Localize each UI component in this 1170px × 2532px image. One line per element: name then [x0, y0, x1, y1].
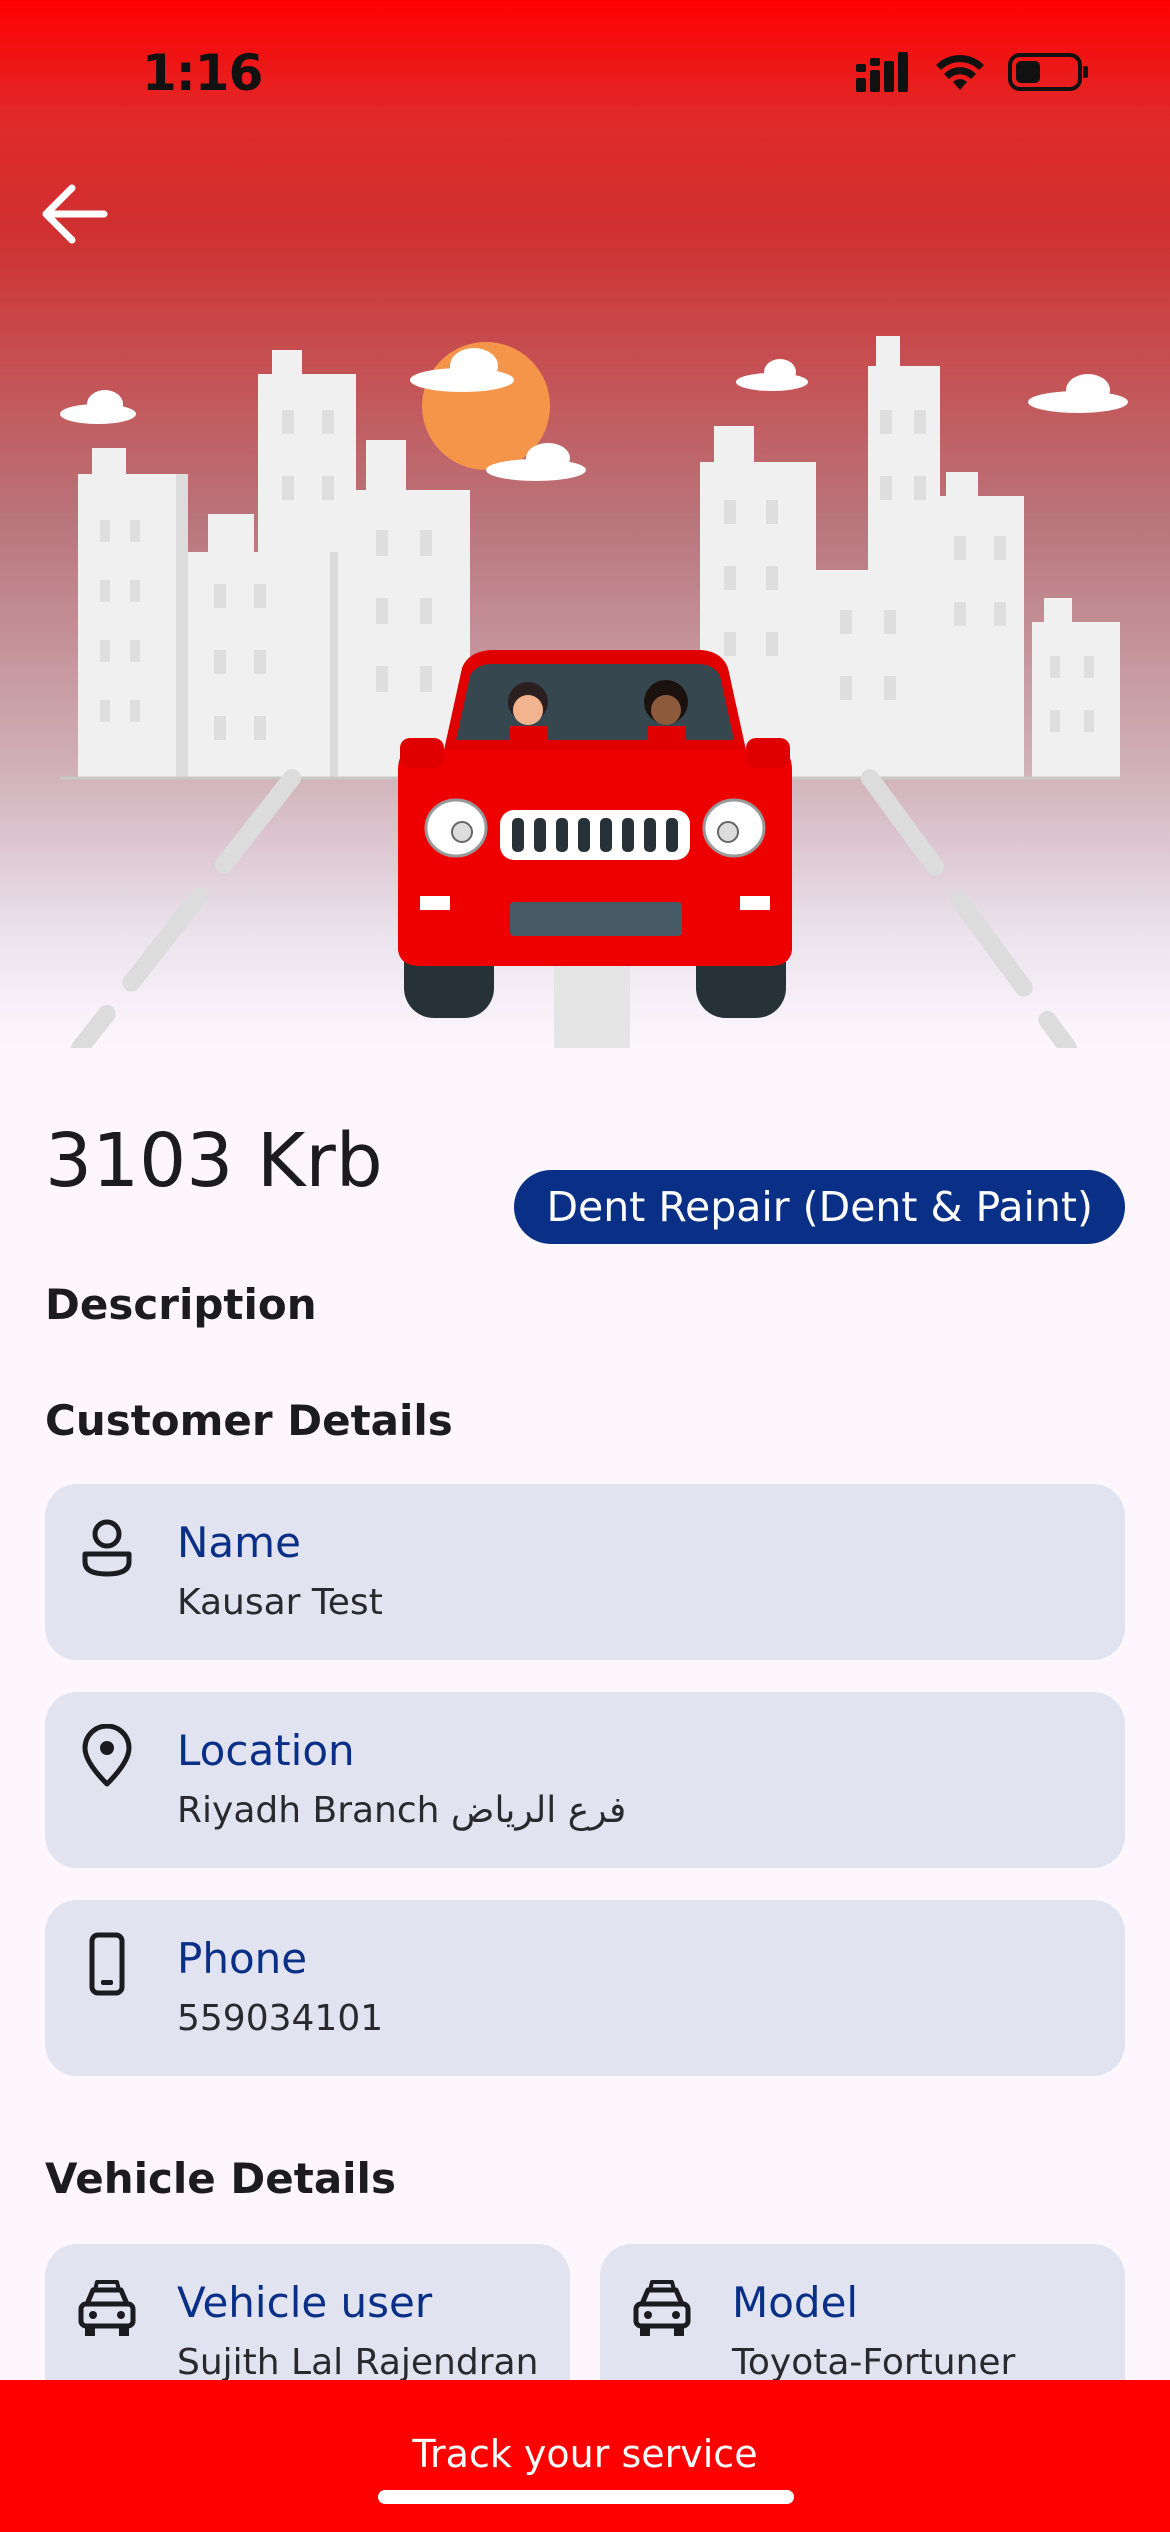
- location-value: Riyadh Branch فرع الرياض: [177, 1790, 627, 1831]
- battery-icon: [1008, 53, 1088, 91]
- name-value: Kausar Test: [177, 1582, 383, 1623]
- track-service-label: Track your service: [412, 2432, 758, 2476]
- phone-label: Phone: [177, 1934, 308, 1983]
- person-icon: [82, 1519, 132, 1577]
- car-city-illustration: [60, 336, 1128, 1048]
- model-label: Model: [732, 2278, 859, 2327]
- car-icon: [78, 2280, 136, 2336]
- customer-name-card: Name Kausar Test: [45, 1484, 1125, 1660]
- car-icon: [633, 2280, 691, 2336]
- vehicle-user-value: Sujith Lal Rajendran: [177, 2342, 539, 2383]
- track-service-button[interactable]: Track your service: [0, 2380, 1170, 2532]
- status-time: 1:16: [142, 44, 263, 102]
- location-pin-icon: [82, 1724, 132, 1787]
- model-value: Toyota-Fortuner: [732, 2342, 1016, 2383]
- service-type-badge: Dent Repair (Dent & Paint): [514, 1170, 1125, 1244]
- home-indicator: [378, 2490, 794, 2504]
- description-heading: Description: [45, 1280, 317, 1329]
- phone-icon: [89, 1932, 125, 1996]
- status-icons: [856, 52, 1090, 92]
- vehicle-user-label: Vehicle user: [177, 2278, 433, 2327]
- ticket-title: 3103 Krb: [45, 1118, 383, 1204]
- vehicle-details-heading: Vehicle Details: [45, 2154, 396, 2203]
- hero-banner: 1:16: [0, 0, 1170, 1048]
- name-label: Name: [177, 1518, 301, 1567]
- cellular-signal-icon: [856, 52, 908, 92]
- customer-location-card: Location Riyadh Branch فرع الرياض: [45, 1692, 1125, 1868]
- wifi-icon: [936, 55, 984, 90]
- title-row: 3103 Krb Dent Repair (Dent & Paint): [45, 1110, 1125, 1244]
- customer-phone-card[interactable]: Phone 559034101: [45, 1900, 1125, 2076]
- back-arrow-icon[interactable]: [34, 178, 114, 250]
- location-label: Location: [177, 1726, 355, 1775]
- customer-details-heading: Customer Details: [45, 1396, 453, 1445]
- phone-value: 559034101: [177, 1998, 384, 2039]
